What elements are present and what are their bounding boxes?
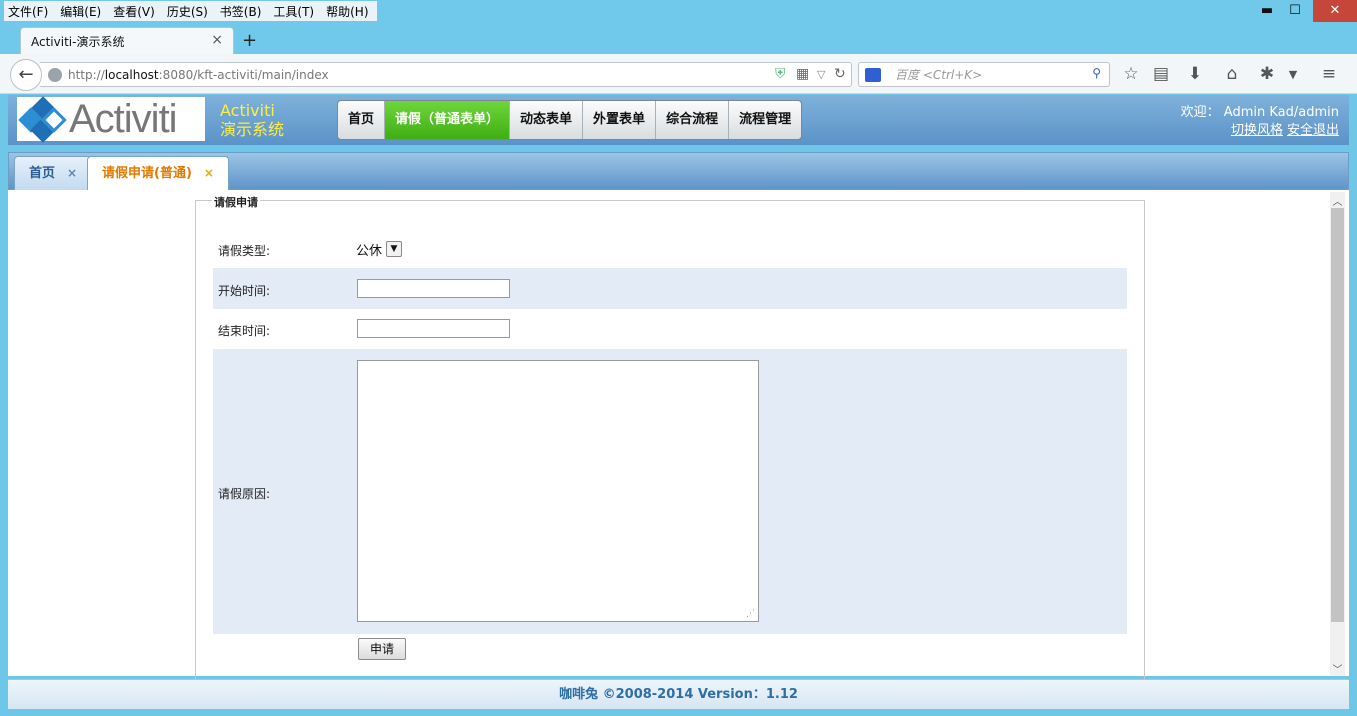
leave-type-select[interactable]: 公休 ▼ bbox=[356, 239, 410, 259]
system-name-line1: Activiti bbox=[220, 101, 275, 120]
url-bar[interactable]: http://localhost:8080/kft-activiti/main/… bbox=[40, 62, 852, 87]
browser-tab[interactable]: Activiti-演示系统 × bbox=[20, 27, 234, 55]
menu-tools[interactable]: 工具(T) bbox=[273, 3, 314, 20]
page-tab-home-label: 首页 bbox=[29, 166, 56, 181]
nav-home[interactable]: 首页 bbox=[338, 101, 386, 139]
search-bar[interactable]: 百度 <Ctrl+K> ⚲ bbox=[858, 62, 1110, 87]
form-legend: 请假申请 bbox=[212, 194, 260, 210]
nav-process-management[interactable]: 流程管理 bbox=[729, 101, 801, 139]
search-icon[interactable]: ⚲ bbox=[1092, 66, 1101, 80]
scroll-up-icon[interactable]: ︿ bbox=[1330, 193, 1345, 208]
form-row-type bbox=[213, 230, 1127, 268]
reason-textarea[interactable] bbox=[357, 360, 759, 622]
activiti-logo: Activiti bbox=[17, 96, 205, 143]
scroll-down-icon[interactable]: ﹀ bbox=[1330, 661, 1345, 676]
firebug-icon[interactable]: ✱ bbox=[1256, 64, 1278, 84]
footer: 咖啡兔 ©2008-2014 Version：1.12 bbox=[8, 679, 1349, 709]
close-tab-icon[interactable]: × bbox=[204, 166, 214, 180]
system-name-line2: 演示系统 bbox=[220, 120, 285, 139]
reload-icon[interactable]: ↻ bbox=[834, 66, 846, 82]
logo-text: Activiti bbox=[69, 96, 178, 141]
start-time-label: 开始时间: bbox=[218, 284, 271, 298]
reason-label: 请假原因: bbox=[218, 487, 271, 501]
menu-history[interactable]: 历史(S) bbox=[167, 3, 208, 20]
home-icon[interactable]: ⌂ bbox=[1221, 64, 1243, 84]
nav-dynamic-form[interactable]: 动态表单 bbox=[510, 101, 584, 139]
chevron-down-icon[interactable]: ▼ bbox=[386, 241, 403, 257]
back-button[interactable]: ← bbox=[10, 59, 42, 91]
menu-edit[interactable]: 编辑(E) bbox=[60, 3, 101, 20]
welcome-text: 欢迎： Admin Kad/admin bbox=[1180, 105, 1339, 120]
end-time-label: 结束时间: bbox=[218, 324, 271, 338]
firebug-dropdown-icon[interactable]: ▼ bbox=[1282, 68, 1304, 81]
baidu-paw-icon[interactable] bbox=[865, 67, 881, 82]
page-tab-leave-label: 请假申请(普通) bbox=[102, 166, 192, 181]
hamburger-menu-icon[interactable]: ≡ bbox=[1318, 64, 1340, 84]
form-row-start bbox=[213, 268, 1127, 309]
submit-button[interactable]: 申请 bbox=[358, 638, 406, 660]
leave-type-value: 公休 bbox=[356, 243, 383, 259]
page-tab-leave-request[interactable]: 请假申请(普通) × bbox=[87, 156, 229, 190]
browser-tab-title: Activiti-演示系统 bbox=[31, 35, 125, 49]
maximize-button[interactable]: ☐ bbox=[1281, 0, 1309, 22]
tab-close-icon[interactable]: × bbox=[211, 32, 223, 48]
activiti-logo-mark bbox=[18, 96, 67, 143]
shield-icon[interactable]: ⛨ bbox=[775, 66, 786, 82]
new-tab-button[interactable]: + bbox=[242, 30, 257, 51]
qr-code-icon[interactable]: ▦ bbox=[796, 66, 809, 82]
nav-external-form[interactable]: 外置表单 bbox=[583, 101, 657, 139]
menu-view[interactable]: 查看(V) bbox=[113, 3, 155, 20]
welcome-area: 欢迎： Admin Kad/admin 切换风格 安全退出 bbox=[1181, 104, 1339, 140]
switch-style-link[interactable]: 切换风格 bbox=[1231, 123, 1283, 138]
nav-leave-normal-form[interactable]: 请假（普通表单） bbox=[385, 101, 511, 139]
menu-bar: 文件(F) 编辑(E) 查看(V) 历史(S) 书签(B) 工具(T) 帮助(H… bbox=[4, 1, 377, 21]
menu-file[interactable]: 文件(F) bbox=[8, 3, 48, 20]
form-row-end bbox=[213, 309, 1127, 349]
search-placeholder: 百度 <Ctrl+K> bbox=[895, 68, 983, 82]
close-window-button[interactable]: ✕ bbox=[1313, 0, 1357, 22]
reading-list-icon[interactable]: ▤ bbox=[1150, 64, 1172, 84]
back-arrow-icon: ← bbox=[18, 64, 34, 85]
system-name: Activiti 演示系统 bbox=[220, 101, 284, 139]
logout-link[interactable]: 安全退出 bbox=[1287, 123, 1339, 138]
globe-icon bbox=[48, 67, 62, 82]
bookmark-star-icon[interactable]: ☆ bbox=[1120, 64, 1142, 84]
close-tab-icon[interactable]: × bbox=[67, 166, 77, 180]
url-path: :8080/kft-activiti/main/index bbox=[158, 67, 329, 82]
menu-bookmarks[interactable]: 书签(B) bbox=[220, 3, 262, 20]
nav-integrated-process[interactable]: 综合流程 bbox=[656, 101, 730, 139]
scrollbar-thumb[interactable] bbox=[1331, 208, 1344, 622]
download-icon[interactable]: ⬇ bbox=[1184, 64, 1206, 84]
dropdown-arrow-icon[interactable]: ▽ bbox=[817, 68, 825, 81]
leave-type-label: 请假类型: bbox=[218, 244, 271, 258]
main-nav: 首页 请假（普通表单） 动态表单 外置表单 综合流程 流程管理 bbox=[337, 100, 803, 140]
minimize-button[interactable]: ▬ bbox=[1253, 0, 1281, 22]
menu-help[interactable]: 帮助(H) bbox=[326, 3, 368, 20]
end-time-input[interactable] bbox=[357, 319, 510, 338]
page-tab-home[interactable]: 首页 × bbox=[14, 156, 93, 190]
url-host: localhost bbox=[104, 67, 159, 82]
start-time-input[interactable] bbox=[357, 279, 510, 298]
resize-grip-icon[interactable]: ⋰ bbox=[746, 609, 755, 619]
url-prefix: http:// bbox=[68, 67, 105, 82]
